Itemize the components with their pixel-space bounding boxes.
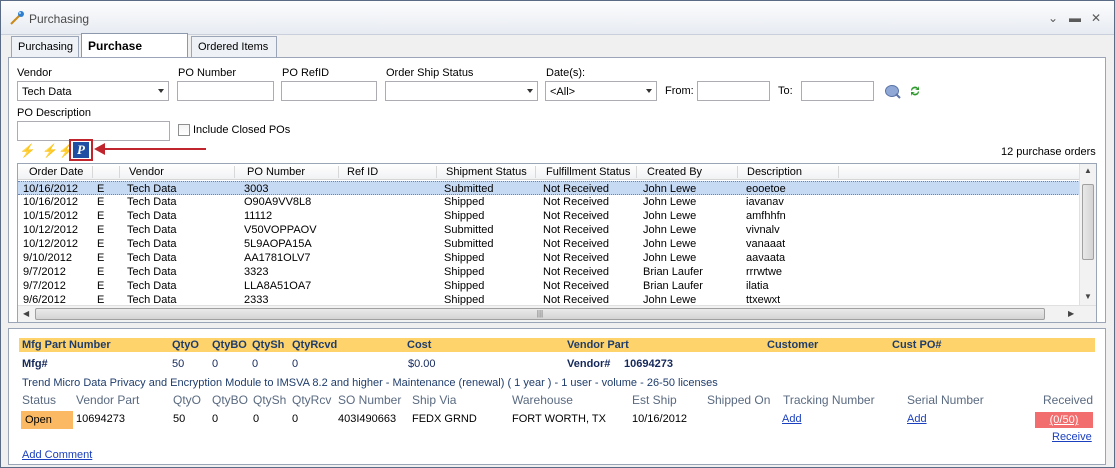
title-bar: Purchasing ⌄ ▬ ✕: [1, 1, 1114, 35]
refresh-icon[interactable]: [908, 84, 922, 98]
print-po-button[interactable]: P: [69, 139, 93, 161]
vendor-label: Vendor: [17, 67, 52, 79]
vertical-scrollbar[interactable]: ▲ ▼: [1079, 164, 1096, 306]
annotation-arrow-head: [94, 143, 105, 155]
scroll-right-icon[interactable]: ▶: [1068, 309, 1074, 318]
order-ship-status-dropdown[interactable]: [385, 81, 538, 101]
search-icon[interactable]: [884, 83, 902, 99]
po-count: 12 purchase orders: [1001, 146, 1096, 158]
include-closed-label: Include Closed POs: [193, 124, 291, 136]
table-row[interactable]: 10/16/2012 E Tech Data 3003 Submitted No…: [18, 181, 1080, 195]
vertical-scroll-thumb[interactable]: [1082, 184, 1094, 260]
po-description-input[interactable]: [17, 121, 170, 141]
table-row[interactable]: 10/16/2012 E Tech Data O90A9VV8L8 Shippe…: [18, 195, 1080, 209]
mfg-number: Mfg#: [22, 358, 48, 370]
purchasing-window: Purchasing ⌄ ▬ ✕ Purchasing Purchase Ord…: [0, 0, 1115, 468]
dates-label: Date(s):: [546, 67, 586, 79]
tab-purchasing[interactable]: Purchasing: [11, 36, 79, 58]
chevron-down-icon: [158, 89, 164, 93]
app-icon: [10, 11, 24, 25]
dates-value: <All>: [550, 86, 576, 98]
from-date-input[interactable]: [697, 81, 770, 101]
lightning-icon[interactable]: ⚡: [19, 142, 37, 160]
from-label: From:: [665, 85, 694, 97]
tab-ordered-items[interactable]: Ordered Items: [191, 36, 277, 58]
scroll-down-icon[interactable]: ▼: [1084, 292, 1092, 301]
receive-link[interactable]: Receive: [1052, 431, 1092, 443]
col-fulfillment-status[interactable]: Fulfillment Status: [546, 166, 630, 178]
col-shipment-status[interactable]: Shipment Status: [446, 166, 527, 178]
annotation-arrow-line: [102, 148, 206, 150]
minimize-icon[interactable]: ⌄: [1046, 11, 1060, 25]
horizontal-scroll-thumb[interactable]: |||: [35, 308, 1045, 320]
detail-header: Mfg Part Number QtyO QtyBO QtySh QtyRcvd…: [19, 338, 1095, 352]
include-closed-checkbox[interactable]: [178, 124, 190, 136]
col-ref-id[interactable]: Ref ID: [347, 166, 378, 178]
table-row[interactable]: 10/15/2012 E Tech Data 11112 Shipped Not…: [18, 209, 1080, 223]
to-label: To:: [778, 85, 793, 97]
purchase-orders-grid: Order Date Vendor PO Number Ref ID Shipm…: [17, 163, 1097, 323]
item-description: Trend Micro Data Privacy and Encryption …: [22, 377, 718, 389]
to-date-input[interactable]: [801, 81, 874, 101]
table-row[interactable]: 9/7/2012 E Tech Data LLA8A51OA7 Shipped …: [18, 279, 1080, 293]
table-row[interactable]: 9/7/2012 E Tech Data 3323 Shipped Not Re…: [18, 265, 1080, 279]
po-number-input[interactable]: [177, 81, 274, 101]
po-refid-label: PO RefID: [282, 67, 330, 79]
p-logo-icon: P: [73, 142, 89, 158]
scroll-left-icon[interactable]: ◀: [23, 309, 29, 318]
add-tracking-link[interactable]: Add: [782, 413, 802, 425]
vendor-value: Tech Data: [22, 86, 72, 98]
received-count-link[interactable]: (0/50): [1035, 412, 1093, 428]
double-lightning-icon[interactable]: ⚡⚡: [42, 142, 74, 160]
po-number-label: PO Number: [178, 67, 237, 79]
chevron-down-icon: [527, 89, 533, 93]
col-po-number[interactable]: PO Number: [247, 166, 305, 178]
dates-dropdown[interactable]: <All>: [545, 81, 657, 101]
grid-header: Order Date Vendor PO Number Ref ID Shipm…: [18, 164, 1080, 180]
window-title: Purchasing: [29, 12, 90, 26]
add-serial-link[interactable]: Add: [907, 413, 927, 425]
po-description-label: PO Description: [17, 107, 91, 119]
add-comment-link[interactable]: Add Comment: [22, 449, 92, 461]
table-row[interactable]: 10/12/2012 E Tech Data 5L9AOPA15A Submit…: [18, 237, 1080, 251]
scroll-up-icon[interactable]: ▲: [1084, 166, 1092, 175]
horizontal-scrollbar[interactable]: ◀ ||| ▶: [18, 305, 1096, 322]
chevron-down-icon: [646, 89, 652, 93]
tab-purchase-orders[interactable]: Purchase Orders: [81, 33, 188, 77]
col-vendor[interactable]: Vendor: [129, 166, 164, 178]
po-refid-input[interactable]: [281, 81, 377, 101]
vendor-dropdown[interactable]: Tech Data: [17, 81, 169, 101]
po-detail-panel: Mfg Part Number QtyO QtyBO QtySh QtyRcvd…: [8, 328, 1106, 465]
table-row[interactable]: 10/12/2012 E Tech Data V50VOPPAOV Submit…: [18, 223, 1080, 237]
col-description[interactable]: Description: [747, 166, 802, 178]
close-icon[interactable]: ✕: [1089, 11, 1103, 25]
maximize-icon[interactable]: ▬: [1068, 11, 1082, 25]
col-created-by[interactable]: Created By: [647, 166, 702, 178]
col-order-date[interactable]: Order Date: [29, 166, 83, 178]
table-row[interactable]: 9/10/2012 E Tech Data AA1781OLV7 Shipped…: [18, 251, 1080, 265]
status-badge: Open: [21, 411, 73, 429]
order-ship-status-label: Order Ship Status: [386, 67, 474, 79]
